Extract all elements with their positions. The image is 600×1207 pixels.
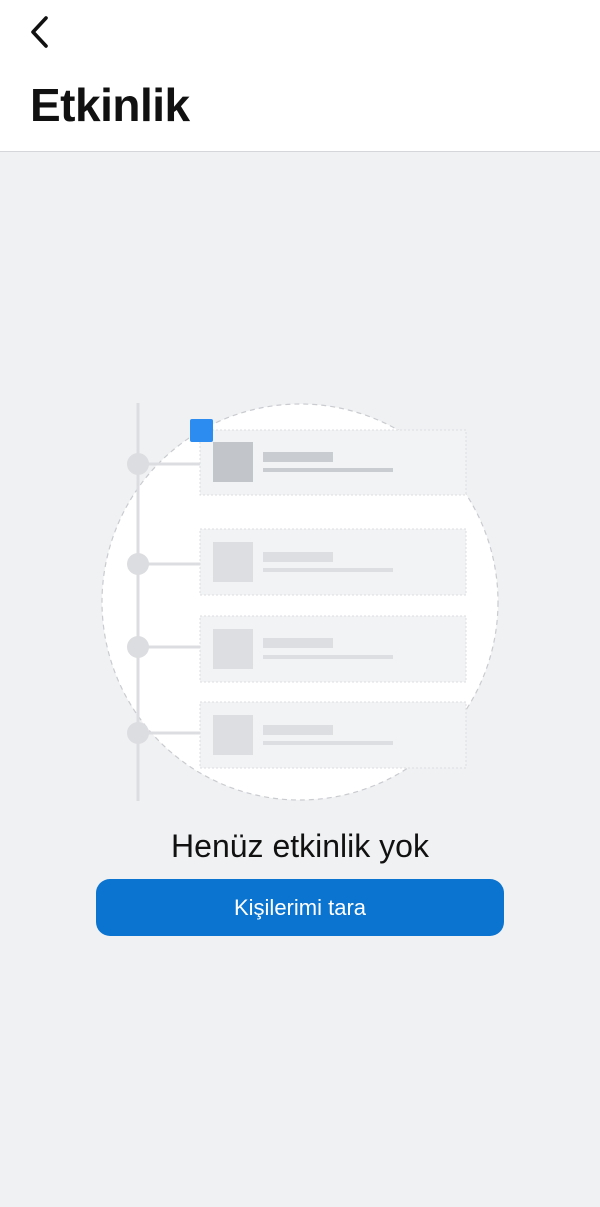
top-bar: Etkinlik (0, 0, 600, 152)
back-button[interactable] (18, 10, 62, 54)
scan-contacts-button[interactable]: Kişilerimi tara (96, 879, 504, 936)
page-title: Etkinlik (30, 79, 190, 131)
chevron-left-icon (28, 14, 52, 50)
activity-timeline-illustration (90, 395, 510, 815)
highlight-square (190, 419, 213, 442)
empty-state-title: Henüz etkinlik yok (171, 828, 429, 864)
